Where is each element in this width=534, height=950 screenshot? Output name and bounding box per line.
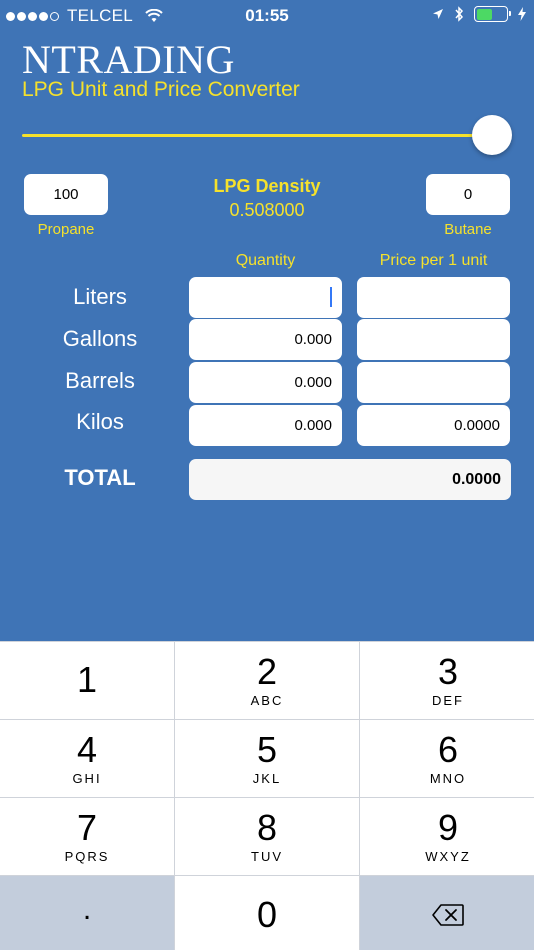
propane-label: Propane — [37, 221, 95, 238]
kilos-quantity-input[interactable] — [189, 405, 342, 446]
liters-quantity-input[interactable] — [189, 277, 342, 318]
key-letters: MNO — [429, 771, 467, 786]
key-0[interactable]: 0 — [175, 876, 359, 950]
key-letters: ABC — [250, 693, 284, 708]
numeric-keypad: 1 2 ABC 3 DEF 4 GHI 5 JKL 6 MNO 7 PQRS 8… — [0, 641, 534, 950]
bluetooth-icon — [455, 6, 464, 22]
key-decimal[interactable]: . — [0, 876, 174, 950]
brand-logo: NTRADING — [22, 37, 235, 82]
key-digit: 3 — [437, 651, 459, 692]
key-6[interactable]: 6 MNO — [360, 720, 534, 797]
location-arrow-icon — [433, 9, 443, 19]
gallons-quantity-input[interactable] — [189, 319, 342, 360]
price-column-header: Price per 1 unit — [379, 252, 488, 269]
key-digit: . — [82, 893, 92, 926]
key-letters: GHI — [72, 771, 102, 786]
backspace-icon — [432, 904, 464, 926]
key-letters: JKL — [252, 771, 282, 786]
total-value: 0.0000 — [189, 459, 511, 500]
key-digit: 4 — [76, 729, 98, 770]
row-label-kilos: Kilos — [76, 409, 124, 434]
row-label-liters: Liters — [73, 284, 127, 309]
barrels-price-input[interactable] — [357, 362, 510, 403]
status-right — [432, 6, 526, 22]
key-letters: PQRS — [64, 849, 110, 864]
key-digit: 8 — [256, 807, 278, 848]
total-label: TOTAL — [64, 465, 136, 490]
butane-input[interactable] — [426, 174, 510, 215]
butane-label: Butane — [444, 221, 492, 238]
key-backspace[interactable] — [360, 876, 534, 950]
barrels-quantity-input[interactable] — [189, 362, 342, 403]
row-label-gallons: Gallons — [62, 326, 138, 351]
key-digit: 1 — [76, 658, 98, 700]
key-3[interactable]: 3 DEF — [360, 642, 534, 719]
key-9[interactable]: 9 WXYZ — [360, 798, 534, 875]
kilos-price-input[interactable] — [357, 405, 510, 446]
quantity-column-header: Quantity — [235, 252, 296, 269]
key-5[interactable]: 5 JKL — [175, 720, 359, 797]
status-bar: TELCEL 01:55 — [0, 0, 534, 32]
key-digit: 5 — [256, 729, 278, 770]
key-letters: WXYZ — [425, 849, 471, 864]
gallons-price-input[interactable] — [357, 319, 510, 360]
row-label-barrels: Barrels — [65, 368, 135, 393]
density-title: LPG Density — [213, 176, 321, 196]
mix-slider-thumb[interactable] — [472, 115, 512, 155]
key-letters: DEF — [432, 693, 464, 708]
battery-icon — [474, 6, 511, 22]
app-subtitle: LPG Unit and Price Converter — [22, 78, 300, 101]
key-7[interactable]: 7 PQRS — [0, 798, 174, 875]
key-letters: TUV — [251, 849, 283, 864]
key-digit: 9 — [437, 807, 459, 848]
key-4[interactable]: 4 GHI — [0, 720, 174, 797]
key-digit: 2 — [256, 651, 278, 692]
key-digit: 0 — [256, 894, 278, 935]
text-cursor — [330, 287, 332, 307]
mix-slider-track[interactable] — [22, 134, 492, 137]
key-2[interactable]: 2 ABC — [175, 642, 359, 719]
liters-price-input[interactable] — [357, 277, 510, 318]
density-value: 0.508000 — [229, 200, 305, 220]
key-1[interactable]: 1 — [0, 642, 174, 719]
propane-input[interactable] — [24, 174, 108, 215]
key-8[interactable]: 8 TUV — [175, 798, 359, 875]
charging-bolt-icon — [518, 7, 526, 21]
key-digit: 7 — [76, 807, 98, 848]
key-digit: 6 — [437, 729, 459, 770]
